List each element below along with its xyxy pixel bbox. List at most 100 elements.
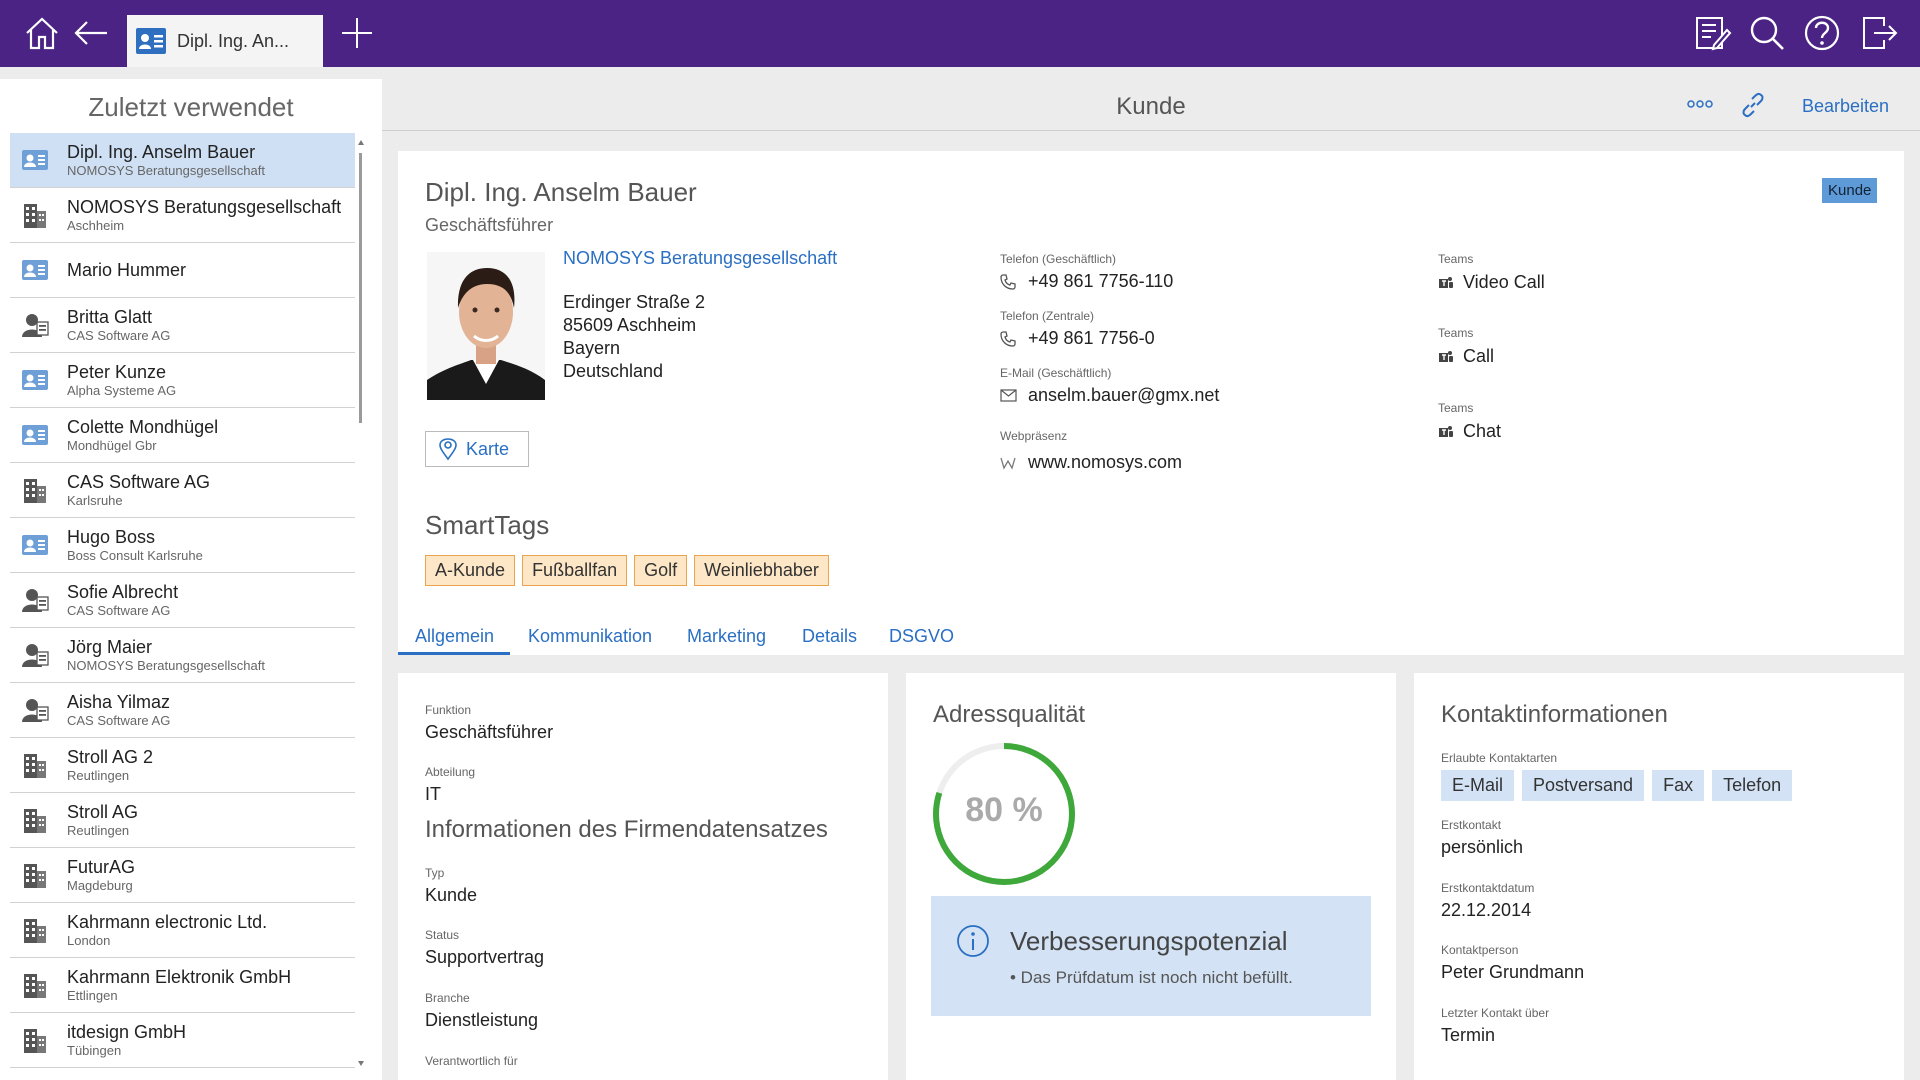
field-label: Typ (425, 866, 445, 880)
recent-item-subtitle: CAS Software AG (67, 712, 171, 728)
hint-title: Verbesserungspotenzial (1010, 926, 1288, 956)
tab-details[interactable]: Details (802, 626, 857, 647)
contact-type-chip: Fax (1652, 770, 1705, 801)
recent-item-text: Jörg Maier NOMOSYS Beratungsgesellschaft (67, 637, 265, 674)
recent-item-subtitle: Magdeburg (67, 877, 133, 893)
field-label: Status (425, 928, 460, 942)
typ-field: Typ Kunde (425, 866, 477, 906)
teams-call-button[interactable]: Call (1438, 346, 1494, 367)
recent-item-text: Kahrmann Elektronik GmbH Ettlingen (67, 967, 291, 1004)
recent-item[interactable]: Kahrmann Elektronik GmbH Ettlingen (10, 958, 355, 1013)
active-tab-indicator (398, 652, 510, 655)
home-icon[interactable] (17, 8, 67, 58)
smarttag[interactable]: Fußballfan (522, 555, 628, 586)
recent-item-subtitle: Reutlingen (67, 767, 130, 783)
field-label: Abteilung (425, 765, 476, 779)
recent-item[interactable]: itdesign GmbH Tübingen (10, 1013, 355, 1068)
recent-item-title: Colette Mondhügel (67, 416, 219, 437)
recent-item[interactable]: Dipl. Ing. Anselm Bauer NOMOSYS Beratungs… (10, 133, 355, 188)
status-field: Status Supportvertrag (425, 928, 544, 968)
sidebar-scrollbar[interactable] (357, 133, 365, 1073)
teams-action: Video Call (1463, 272, 1545, 292)
funktion-field: Funktion Geschäftsführer (425, 703, 553, 743)
recent-item-title: Aisha Yilmaz (67, 691, 171, 712)
company-icon (20, 861, 50, 889)
teams-video-call-button[interactable]: Video Call (1438, 272, 1545, 293)
recent-item[interactable]: Stroll AG Reutlingen (10, 793, 355, 848)
recent-item[interactable]: Kahrmann electronic Ltd. London (10, 903, 355, 958)
field-label: E-Mail (Geschäftlich) (1000, 366, 1112, 380)
phone-central-value[interactable]: +49 861 7756-0 (1028, 328, 1155, 349)
recent-item[interactable]: Peter Kunze Alpha Systeme AG (10, 353, 355, 408)
recent-item[interactable]: FuturAG Magdeburg (10, 848, 355, 903)
email-field: E-Mail (Geschäftlich) anselm.bauer@gmx.n… (1000, 366, 1219, 406)
contact-card-icon (20, 421, 50, 449)
field-value: Kunde (425, 885, 478, 905)
field-label: Teams (1438, 401, 1474, 415)
teams-action: Chat (1463, 421, 1502, 441)
email-value[interactable]: anselm.bauer@gmx.net (1028, 385, 1219, 406)
person-icon (20, 586, 50, 614)
recent-item-subtitle: Mondhügel Gbr (67, 437, 157, 453)
recent-item-title: itdesign GmbH (67, 1021, 187, 1042)
recent-item[interactable]: Sofie Albrecht CAS Software AG (10, 573, 355, 628)
recent-item-title: Dipl. Ing. Anselm Bauer (67, 141, 256, 162)
recent-item-subtitle: London (67, 932, 111, 948)
tab-kommunikation[interactable]: Kommunikation (528, 626, 652, 647)
recent-item[interactable]: Aisha Yilmaz CAS Software AG (10, 683, 355, 738)
field-value: Dienstleistung (425, 1010, 539, 1030)
logout-icon[interactable] (1854, 8, 1904, 58)
recent-item[interactable]: Stroll AG 2 Reutlingen (10, 738, 355, 793)
recent-item-text: Hugo Boss Boss Consult Karlsruhe (67, 527, 203, 564)
help-icon[interactable] (1797, 8, 1847, 58)
notes-icon[interactable] (1688, 8, 1738, 58)
back-icon[interactable] (66, 8, 116, 58)
more-icon[interactable] (1687, 99, 1713, 109)
recent-item-title: Peter Kunze (67, 361, 167, 382)
contact-type-chip: E-Mail (1441, 770, 1515, 801)
edit-button[interactable]: Bearbeiten (1802, 96, 1889, 117)
phone-business-value[interactable]: +49 861 7756-110 (1028, 271, 1173, 292)
content-header: Kunde Bearbeiten (382, 79, 1920, 131)
kontaktperson-field: Kontaktperson Peter Grundmann (1441, 943, 1584, 983)
smarttag[interactable]: Weinliebhaber (694, 555, 829, 586)
branche-field: Branche Dienstleistung (425, 991, 538, 1031)
recent-item-subtitle: NOMOSYS Beratungsgesellschaft (67, 657, 265, 673)
link-icon[interactable] (1740, 92, 1766, 118)
tab-dsgvo[interactable]: DSGVO (889, 626, 954, 647)
add-tab-icon[interactable] (332, 8, 382, 58)
company-icon (20, 476, 50, 504)
mail-icon (1000, 389, 1017, 402)
recent-item-title: Sofie Albrecht (67, 581, 179, 602)
recent-item-text: Colette Mondhügel Mondhügel Gbr (67, 417, 218, 454)
company-link[interactable]: NOMOSYS Beratungsgesellschaft (563, 248, 837, 269)
recent-item[interactable]: NOMOSYS Beratungsgesellschaft Aschheim (10, 188, 355, 243)
teams-chat-button[interactable]: Chat (1438, 421, 1501, 442)
document-tab[interactable]: Dipl. Ing. An... (127, 15, 323, 67)
recent-item-text: FuturAG Magdeburg (67, 857, 135, 894)
recent-item[interactable]: Jörg Maier NOMOSYS Beratungsgesellschaft (10, 628, 355, 683)
teams-action: Call (1463, 346, 1495, 366)
address-line: Deutschland (563, 361, 664, 381)
recent-item[interactable]: Britta Glatt CAS Software AG (10, 298, 355, 353)
search-icon[interactable] (1742, 8, 1792, 58)
phone-icon (1000, 273, 1016, 290)
tab-marketing[interactable]: Marketing (687, 626, 766, 647)
field-label: Teams (1438, 252, 1474, 266)
teams-icon (1438, 276, 1454, 290)
field-value: IT (425, 784, 441, 804)
recent-item[interactable]: Hugo Boss Boss Consult Karlsruhe (10, 518, 355, 573)
web-value[interactable]: www.nomosys.com (1028, 452, 1182, 473)
map-button[interactable]: Karte (425, 431, 529, 467)
smarttag[interactable]: Golf (634, 555, 688, 586)
recent-item-title: CAS Software AG (67, 471, 211, 492)
allowed-contact-types-field: Erlaubte Kontaktarten E-Mail Postversand F… (1441, 751, 1800, 801)
tab-allgemein[interactable]: Allgemein (415, 626, 494, 647)
recent-item[interactable]: CAS Software AG Karlsruhe (10, 463, 355, 518)
recent-item[interactable]: Mario Hummer (10, 243, 355, 298)
recent-item-title: Stroll AG 2 (67, 746, 154, 767)
smarttag[interactable]: A-Kunde (425, 555, 516, 586)
teams-icon (1438, 350, 1454, 364)
address-line: Bayern (563, 338, 621, 358)
recent-item[interactable]: Colette Mondhügel Mondhügel Gbr (10, 408, 355, 463)
